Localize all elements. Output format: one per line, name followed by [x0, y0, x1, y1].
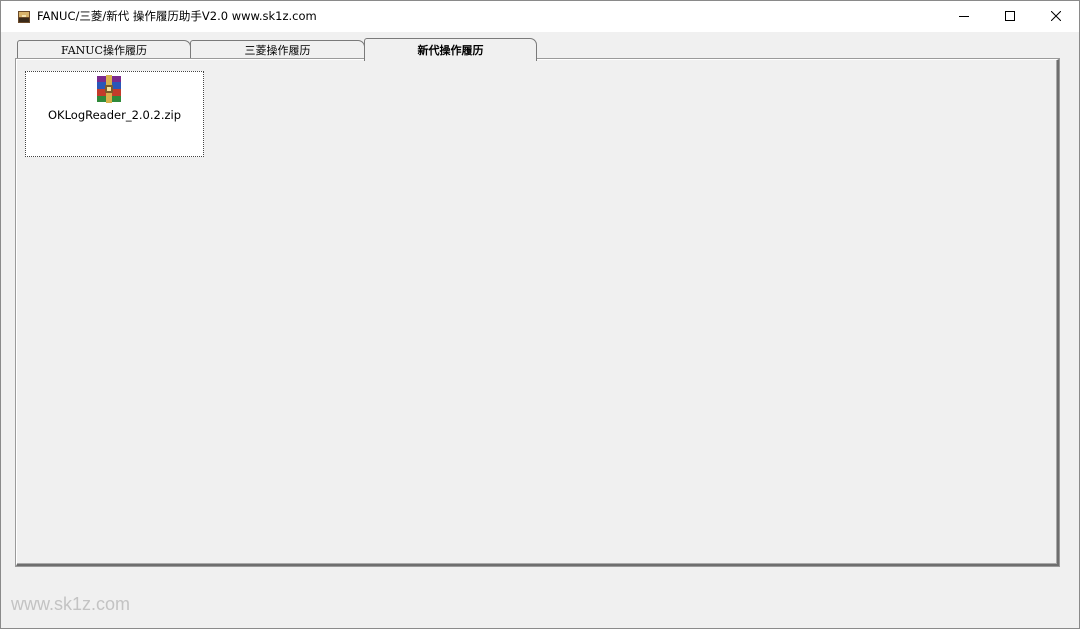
window-title: FANUC/三菱/新代 操作履历助手V2.0 www.sk1z.com: [37, 9, 317, 23]
close-icon: [1051, 11, 1061, 21]
tab-panel: OKLogReader_2.0.2.zip: [16, 59, 1059, 566]
maximize-icon: [1005, 11, 1015, 21]
maximize-button[interactable]: [987, 1, 1033, 31]
minimize-button[interactable]: [941, 1, 987, 31]
tab-mitsubishi[interactable]: 三菱操作履历: [190, 40, 365, 60]
minimize-icon: [959, 11, 969, 21]
file-list[interactable]: OKLogReader_2.0.2.zip: [25, 71, 204, 157]
tab-fanuc[interactable]: FANUC操作履历: [17, 40, 191, 60]
tab-syntec[interactable]: 新代操作履历: [364, 38, 537, 61]
title-bar[interactable]: FANUC/三菱/新代 操作履历助手V2.0 www.sk1z.com: [1, 1, 1079, 32]
file-name: OKLogReader_2.0.2.zip: [47, 108, 182, 122]
toolbox-icon[interactable]: [17, 9, 31, 23]
watermark: www.sk1z.com: [11, 594, 131, 614]
winrar-archive-icon: [93, 73, 125, 105]
app-window: FANUC/三菱/新代 操作履历助手V2.0 www.sk1z.com FANU…: [0, 0, 1080, 629]
close-button[interactable]: [1033, 1, 1079, 31]
